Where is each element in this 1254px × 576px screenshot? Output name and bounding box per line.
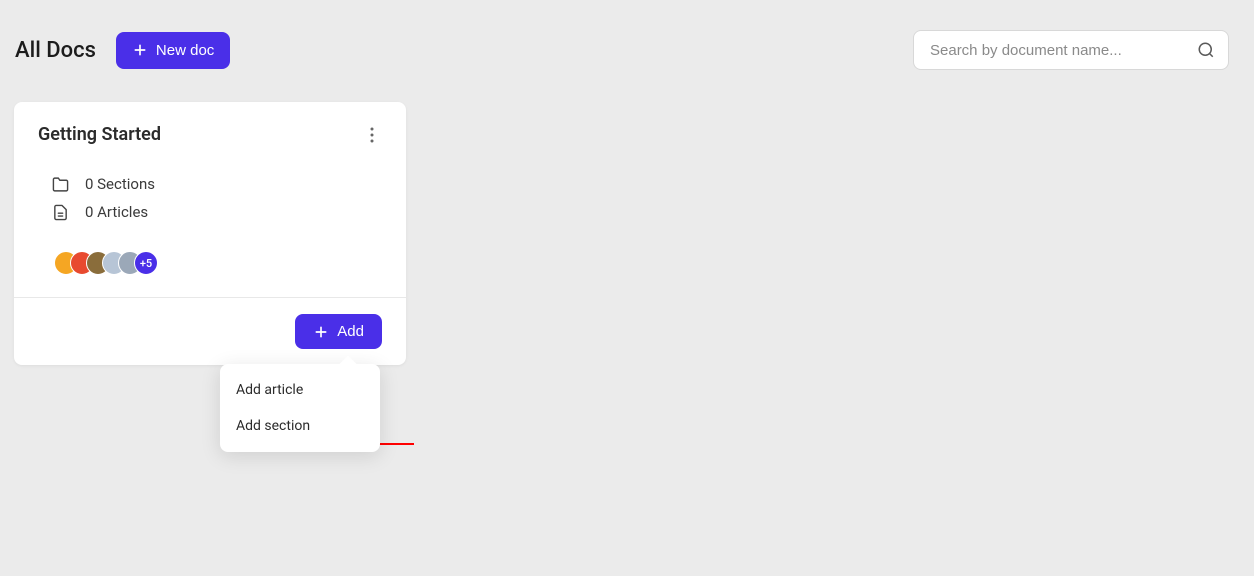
more-options-button[interactable] [362,125,382,145]
avatar-group: +5 [38,251,382,275]
new-doc-label: New doc [156,42,214,59]
card-body: Getting Started 0 Sections [14,102,406,297]
search-wrapper [913,30,1229,70]
plus-icon [313,324,329,340]
card-footer: Add Add article Add section [14,297,406,365]
articles-count-label: 0 Articles [85,203,148,221]
doc-card: Getting Started 0 Sections [14,102,406,365]
card-title[interactable]: Getting Started [38,124,161,145]
dropdown-item-add-section[interactable]: Add section [220,408,380,444]
dropdown-item-add-article[interactable]: Add article [220,372,380,408]
add-dropdown: Add article Add section [220,364,380,452]
card-top: Getting Started [38,124,382,145]
new-doc-button[interactable]: New doc [116,32,230,69]
document-icon [52,204,69,221]
sections-stat: 0 Sections [38,175,382,193]
add-button[interactable]: Add [295,314,382,349]
search-input[interactable] [913,30,1229,70]
sections-count-label: 0 Sections [85,175,155,193]
articles-stat: 0 Articles [38,203,382,221]
folder-icon [52,176,69,193]
avatar-overflow[interactable]: +5 [134,251,158,275]
more-vertical-icon [370,127,374,143]
add-label: Add [337,323,364,340]
page-header: All Docs New doc [0,0,1254,70]
plus-icon [132,42,148,58]
content-area: Getting Started 0 Sections [0,70,1254,365]
header-left: All Docs New doc [15,32,230,69]
page-title: All Docs [15,38,96,63]
search-icon[interactable] [1197,41,1215,59]
